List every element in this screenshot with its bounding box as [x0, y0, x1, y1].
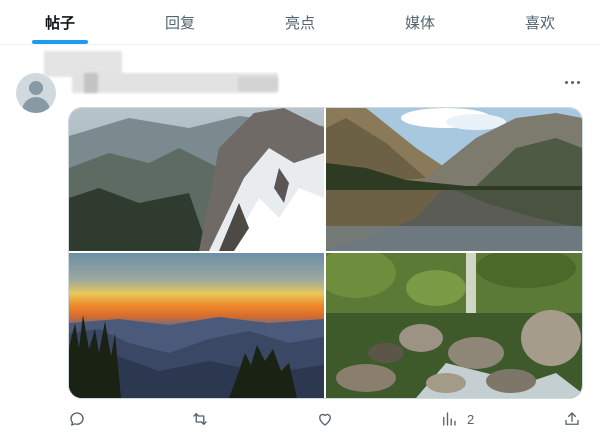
- tab-likes-label: 喜欢: [524, 14, 555, 32]
- reply-button[interactable]: [68, 407, 86, 431]
- like-button[interactable]: [316, 407, 334, 431]
- repost-icon: [193, 413, 207, 425]
- photo-sunset-ridge-image: [69, 253, 324, 398]
- repost-button[interactable]: [191, 407, 209, 431]
- tab-highlights-label: 亮点: [284, 14, 315, 32]
- avatar-head-shape: [29, 81, 43, 95]
- photo-snowy-mountain[interactable]: [69, 108, 324, 251]
- avatar-body-shape: [22, 97, 50, 113]
- photo-forest-stream[interactable]: [326, 253, 582, 398]
- tab-posts-label: 帖子: [44, 14, 75, 32]
- tab-replies[interactable]: 回复: [120, 0, 240, 44]
- heart-icon: [319, 413, 331, 426]
- photo-lake-reflection[interactable]: [326, 108, 582, 251]
- tab-media[interactable]: 媒体: [360, 0, 480, 44]
- analytics-icon: [443, 412, 456, 426]
- more-dot: [564, 80, 568, 84]
- share-button[interactable]: [563, 407, 581, 431]
- post-action-bar: 2: [68, 407, 581, 433]
- more-options-button[interactable]: [561, 73, 583, 91]
- more-dot: [576, 80, 580, 84]
- redacted-handle-block-2: [238, 77, 278, 91]
- photo-snowy-mountain-image: [69, 108, 324, 251]
- avatar[interactable]: [16, 73, 56, 113]
- tab-likes[interactable]: 喜欢: [480, 0, 600, 44]
- profile-tab-bar: 帖子 回复 亮点 媒体 喜欢: [0, 0, 600, 45]
- redacted-handle-block: [84, 73, 98, 93]
- tab-media-label: 媒体: [404, 14, 435, 32]
- tab-posts[interactable]: 帖子: [0, 0, 120, 44]
- share-icon: [565, 412, 579, 425]
- photo-sunset-ridge[interactable]: [69, 253, 324, 398]
- post-item[interactable]: 2: [0, 45, 600, 439]
- active-tab-indicator: [32, 40, 88, 44]
- photo-forest-stream-image: [326, 253, 582, 398]
- media-grid: [68, 107, 583, 399]
- views-count: 2: [467, 411, 475, 427]
- photo-lake-reflection-image: [326, 108, 582, 251]
- tab-replies-label: 回复: [164, 14, 195, 32]
- more-dot: [570, 80, 574, 84]
- views-button[interactable]: 2: [440, 407, 474, 431]
- reply-icon: [70, 412, 84, 426]
- tab-highlights[interactable]: 亮点: [240, 0, 360, 44]
